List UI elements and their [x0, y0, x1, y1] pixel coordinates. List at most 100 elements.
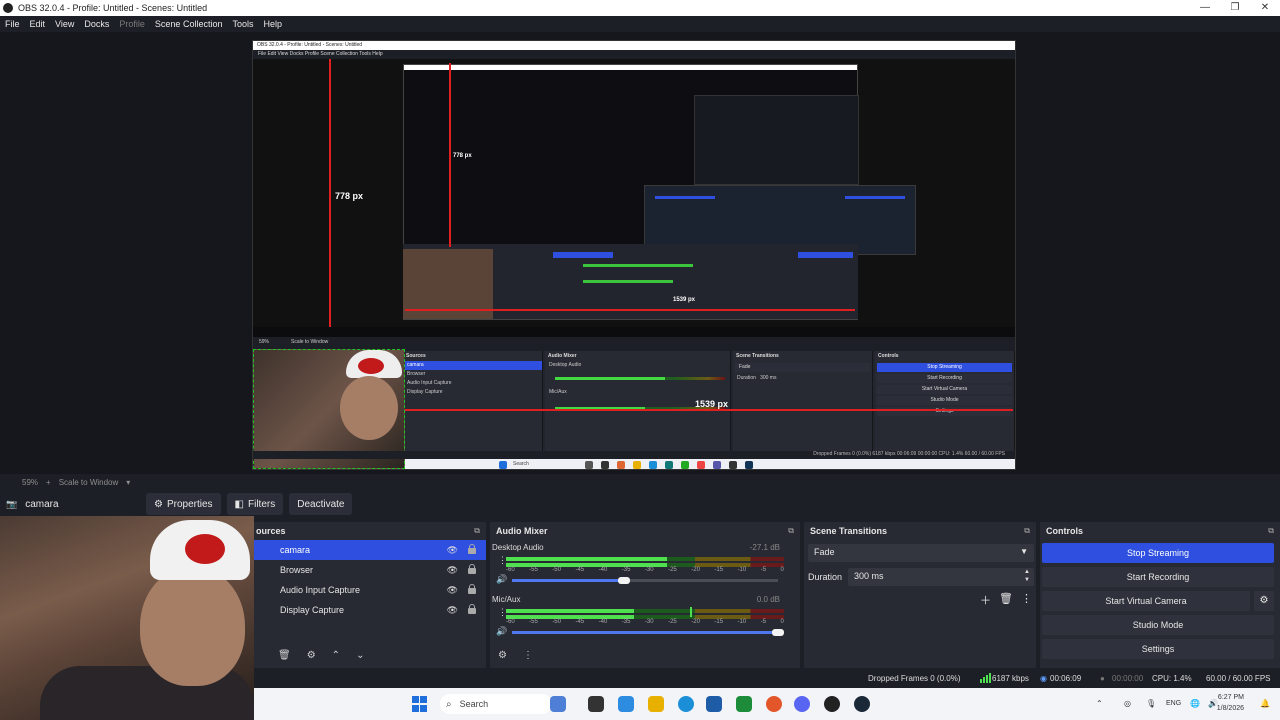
network-icon[interactable]: 🌐 [1190, 699, 1200, 708]
undock-icon[interactable]: ⧉ [1024, 526, 1030, 535]
source-item-camara[interactable]: camara 👁 [250, 540, 486, 560]
undock-icon[interactable]: ⧉ [1268, 526, 1274, 535]
controls-title: Controls [1046, 526, 1083, 536]
width-guide-line [403, 409, 1013, 411]
db-tick-label: -55 [529, 619, 538, 625]
firefox-icon[interactable] [766, 696, 782, 712]
settings-button[interactable]: Settings [1042, 639, 1274, 659]
visibility-eye-icon[interactable]: 👁 [447, 585, 458, 596]
stream-indicator-icon: ◉ [1040, 674, 1047, 683]
visibility-eye-icon[interactable]: 👁 [447, 565, 458, 576]
remove-source-icon[interactable]: 🗑 [278, 650, 291, 661]
record-time: 00:00:00 [1112, 674, 1144, 683]
tray-overflow-icon[interactable]: ⌃ [1096, 699, 1103, 708]
filter-icon: ◧ [234, 498, 244, 510]
nested-taskbar: Search [405, 459, 1015, 469]
mixer-menu-icon[interactable]: ⋮ [523, 650, 533, 661]
xbox-icon[interactable] [736, 696, 752, 712]
gear-icon: ⚙ [154, 498, 163, 510]
menu-edit[interactable]: Edit [30, 19, 46, 29]
scene-transitions-title: Scene Transitions [810, 526, 888, 536]
source-item-browser[interactable]: Browser 👁 [250, 560, 486, 580]
selected-source: 📷 camara [6, 499, 146, 510]
store-icon[interactable] [706, 696, 722, 712]
discord-icon[interactable] [794, 696, 810, 712]
menu-tools[interactable]: Tools [232, 19, 253, 29]
zoom-in-button[interactable]: + [46, 478, 51, 487]
zoom-level[interactable]: 59% [22, 478, 38, 487]
inner-height-px-label: 778 px [453, 153, 472, 159]
menu-profile[interactable]: Profile [119, 19, 145, 29]
scale-mode[interactable]: Scale to Window [59, 478, 119, 487]
channel-name: Desktop Audio [492, 543, 544, 552]
edge-icon[interactable] [678, 696, 694, 712]
stop-streaming-button[interactable]: Stop Streaming [1042, 543, 1274, 563]
studio-mode-button[interactable]: Studio Mode [1042, 615, 1274, 635]
move-down-icon[interactable]: ⌄ [356, 650, 364, 661]
steam-icon[interactable] [854, 696, 870, 712]
db-tick-label: -5 [760, 619, 767, 625]
advanced-audio-icon[interactable]: ⚙ [498, 650, 507, 661]
copilot-icon[interactable] [618, 696, 634, 712]
volume-slider-handle[interactable] [772, 629, 784, 636]
undock-icon[interactable]: ⧉ [788, 526, 794, 535]
maximize-button[interactable]: ❐ [1220, 0, 1250, 16]
widgets-icon[interactable] [550, 696, 566, 712]
level-peak-marker [690, 607, 692, 617]
spin-arrows-icon[interactable]: ▲ ▼ [1024, 568, 1030, 584]
taskbar-search[interactable]: ⌕ Search [440, 694, 552, 714]
move-up-icon[interactable]: ⌃ [332, 650, 340, 661]
lock-icon[interactable] [468, 564, 476, 574]
windows-taskbar: ⌕ Search ⌃ ◎ 🎙 ENG 🌐 🔊 6:27 PM 1/8/2026 … [254, 688, 1280, 720]
lock-icon[interactable] [468, 584, 476, 594]
microphone-icon[interactable]: 🎙 [1146, 699, 1156, 708]
source-properties-icon[interactable]: ⚙ [307, 650, 316, 661]
scale-dropdown-icon[interactable]: ▾ [126, 478, 130, 487]
duration-spinbox[interactable]: 300 ms ▲ ▼ [848, 568, 1034, 586]
db-tick-label: -15 [714, 619, 724, 625]
source-item-display-capture[interactable]: Display Capture 👁 [250, 600, 486, 620]
search-icon: ⌕ [446, 698, 452, 710]
width-px-label: 1539 px [695, 399, 729, 409]
menu-bar: File Edit View Docks Profile Scene Colle… [0, 16, 1280, 32]
virtual-camera-settings-icon[interactable]: ⚙ [1254, 591, 1274, 611]
clock[interactable]: 6:27 PM 1/8/2026 [1217, 692, 1244, 714]
undock-icon[interactable]: ⧉ [474, 526, 480, 535]
start-virtual-camera-button[interactable]: Start Virtual Camera [1042, 591, 1250, 611]
lock-icon[interactable] [468, 604, 476, 614]
visibility-eye-icon[interactable]: 👁 [447, 545, 458, 556]
language-indicator[interactable]: ENG [1166, 700, 1181, 707]
signal-bars-icon [980, 673, 991, 683]
windows-start-icon[interactable] [412, 696, 428, 712]
task-view-icon[interactable] [588, 696, 604, 712]
filters-button[interactable]: ◧ Filters [226, 493, 284, 515]
preview-area: OBS 32.0.4 - Profile: Untitled - Scenes:… [0, 32, 1280, 474]
obs-taskbar-icon[interactable] [824, 696, 840, 712]
add-transition-icon[interactable]: ＋ [980, 592, 991, 608]
transition-select[interactable]: Fade ▼ [808, 544, 1034, 562]
inner-width-px-label: 1539 px [673, 297, 696, 303]
minimize-button[interactable]: — [1190, 0, 1220, 16]
tray-app-icon[interactable]: ◎ [1124, 699, 1131, 708]
notifications-icon[interactable]: 🔔 [1260, 699, 1270, 708]
properties-button[interactable]: ⚙ Properties [146, 493, 221, 515]
menu-scene-collection[interactable]: Scene Collection [155, 19, 223, 29]
speaker-icon[interactable]: 🔊 [496, 574, 507, 585]
speaker-icon[interactable]: 🔊 [496, 626, 507, 637]
file-explorer-icon[interactable] [648, 696, 664, 712]
close-button[interactable]: ✕ [1250, 0, 1280, 16]
db-tick-label: -20 [691, 619, 700, 625]
remove-transition-icon[interactable]: 🗑 [999, 592, 1013, 608]
menu-file[interactable]: File [5, 19, 20, 29]
transition-menu-icon[interactable]: ⋮ [1021, 592, 1032, 608]
menu-view[interactable]: View [55, 19, 74, 29]
source-item-audio-input-capture[interactable]: Audio Input Capture 👁 [250, 580, 486, 600]
lock-icon[interactable] [468, 544, 476, 554]
menu-help[interactable]: Help [263, 19, 282, 29]
program-preview[interactable]: OBS 32.0.4 - Profile: Untitled - Scenes:… [252, 40, 1016, 470]
visibility-eye-icon[interactable]: 👁 [447, 605, 458, 616]
volume-slider-handle[interactable] [618, 577, 630, 584]
start-recording-button[interactable]: Start Recording [1042, 567, 1274, 587]
menu-docks[interactable]: Docks [84, 19, 109, 29]
deactivate-button[interactable]: Deactivate [289, 493, 353, 515]
